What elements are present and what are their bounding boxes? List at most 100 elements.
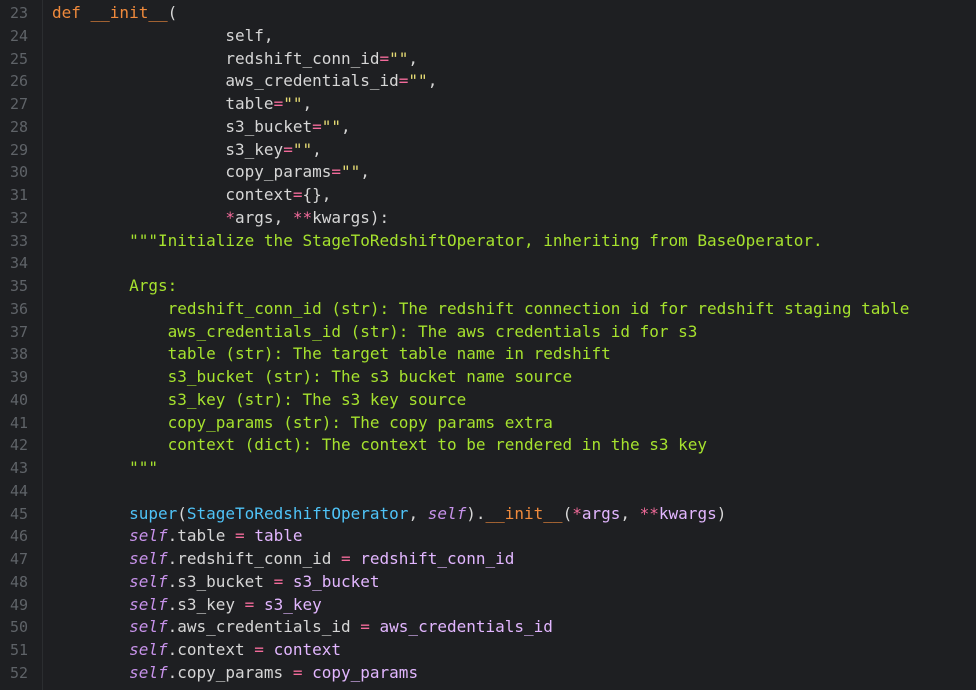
code-token: ( bbox=[177, 503, 187, 523]
code-text: aws_credentials_id="", bbox=[52, 70, 437, 93]
code-token: , bbox=[360, 162, 370, 182]
code-line[interactable]: 41 copy_params (str): The copy params ex… bbox=[0, 412, 976, 435]
code-line[interactable]: 45 super(StageToRedshiftOperator, self).… bbox=[0, 503, 976, 526]
line-number: 39 bbox=[10, 368, 29, 386]
code-token: self bbox=[129, 662, 168, 682]
code-line[interactable]: 28 s3_bucket="", bbox=[0, 116, 976, 139]
code-token: .table bbox=[167, 526, 236, 546]
code-token: self bbox=[129, 640, 168, 659]
line-number: 27 bbox=[10, 95, 29, 113]
code-token: self bbox=[129, 617, 168, 637]
code-token: context bbox=[52, 185, 293, 204]
code-token: = bbox=[244, 594, 255, 614]
code-line[interactable]: 24 self, bbox=[0, 25, 976, 48]
line-number: 50 bbox=[10, 618, 29, 637]
code-line[interactable]: 48 self.s3_bucket = s3_bucket bbox=[0, 571, 976, 594]
line-number: 45 bbox=[10, 504, 29, 523]
line-number: 51 bbox=[10, 641, 29, 659]
code-text: """ bbox=[52, 457, 158, 480]
code-line[interactable]: 25 redshift_conn_id="", bbox=[0, 48, 976, 71]
code-token: super bbox=[129, 503, 178, 523]
line-number: 33 bbox=[10, 231, 29, 250]
code-line[interactable]: 26 aws_credentials_id="", bbox=[0, 70, 976, 93]
code-token: args bbox=[581, 503, 621, 523]
code-line[interactable]: 39 s3_bucket (str): The s3 bucket name s… bbox=[0, 366, 976, 389]
code-line[interactable]: 46 self.table = table bbox=[0, 525, 976, 548]
code-line[interactable]: 32 *args, **kwargs): bbox=[0, 207, 976, 230]
code-line[interactable]: 51 self.context = context bbox=[0, 639, 976, 662]
code-token: , bbox=[408, 503, 428, 523]
code-token: "" bbox=[389, 48, 409, 68]
code-line[interactable]: 43 """ bbox=[0, 457, 976, 480]
code-token: , bbox=[341, 116, 351, 136]
code-line[interactable]: 52 self.copy_params = copy_params bbox=[0, 662, 976, 685]
code-text: s3_key="", bbox=[52, 139, 321, 162]
code-token: .s3_bucket bbox=[167, 571, 274, 591]
code-token: redshift_conn_id bbox=[52, 48, 380, 68]
code-line[interactable]: 23 def __init__( bbox=[0, 2, 976, 25]
code-token: = bbox=[312, 116, 322, 136]
code-line[interactable]: 37 aws_credentials_id (str): The aws cre… bbox=[0, 321, 976, 344]
code-token: context bbox=[273, 640, 342, 659]
code-text: s3_bucket="", bbox=[52, 116, 351, 139]
code-text: super(StageToRedshiftOperator, self).__i… bbox=[52, 503, 726, 526]
code-token: "" bbox=[292, 139, 313, 159]
code-line[interactable]: 47 self.redshift_conn_id = redshift_conn… bbox=[0, 548, 976, 571]
line-number: 24 bbox=[10, 26, 29, 45]
line-number: 52 bbox=[10, 663, 29, 682]
code-line[interactable]: 44 bbox=[0, 480, 976, 503]
code-line[interactable]: 30 copy_params="", bbox=[0, 161, 976, 184]
code-line[interactable]: 34 bbox=[0, 252, 976, 275]
code-text: s3_key (str): The s3 key source bbox=[52, 389, 467, 412]
code-token: Args: bbox=[52, 276, 178, 295]
code-token: aws_credentials_id bbox=[52, 71, 399, 91]
code-text: self.copy_params = copy_params bbox=[52, 662, 418, 685]
code-text: self.aws_credentials_id = aws_credential… bbox=[52, 616, 553, 639]
code-token: ) bbox=[716, 503, 727, 523]
code-token: redshift_conn_id bbox=[360, 549, 515, 568]
code-token: s3_key (str): The s3 key source bbox=[52, 389, 467, 409]
line-number: 40 bbox=[10, 390, 29, 409]
code-text: self.context = context bbox=[52, 639, 341, 662]
code-token: copy_params bbox=[52, 162, 332, 182]
line-number: 31 bbox=[10, 186, 29, 204]
code-token: s3_bucket bbox=[52, 116, 313, 136]
code-line[interactable]: 33 """Initialize the StageToRedshiftOper… bbox=[0, 230, 976, 253]
code-line[interactable]: 29 s3_key="", bbox=[0, 139, 976, 162]
code-token: {}, bbox=[302, 185, 332, 204]
code-line[interactable]: 27 table="", bbox=[0, 93, 976, 116]
code-line[interactable]: 40 s3_key (str): The s3 key source bbox=[0, 389, 976, 412]
code-token: = bbox=[254, 640, 264, 659]
line-number: 42 bbox=[10, 436, 29, 455]
code-editor[interactable]: 23 def __init__(24 self, 25 redshift_conn_… bbox=[0, 0, 976, 690]
code-token: = bbox=[379, 48, 390, 68]
code-line[interactable]: 50 self.aws_credentials_id = aws_credent… bbox=[0, 616, 976, 639]
code-token: self bbox=[129, 549, 168, 568]
line-number: 48 bbox=[10, 572, 29, 591]
code-line[interactable]: 38 table (str): The target table name in… bbox=[0, 343, 976, 366]
line-number: 49 bbox=[10, 595, 29, 614]
code-token: "" bbox=[341, 162, 361, 182]
code-line[interactable]: 31 context={}, bbox=[0, 184, 976, 207]
code-text: self.table = table bbox=[52, 525, 302, 548]
code-token: self bbox=[129, 571, 168, 591]
code-text: self.s3_bucket = s3_bucket bbox=[52, 571, 379, 594]
code-text: aws_credentials_id (str): The aws creden… bbox=[52, 321, 698, 344]
code-token: * bbox=[572, 503, 582, 523]
code-text: copy_params (str): The copy params extra bbox=[52, 412, 553, 435]
code-line[interactable]: 49 self.s3_key = s3_key bbox=[0, 594, 976, 617]
code-token: = bbox=[273, 94, 284, 113]
code-line[interactable]: 35 Args: bbox=[0, 275, 976, 298]
code-token: .redshift_conn_id bbox=[167, 549, 341, 568]
code-line[interactable]: 36 redshift_conn_id (str): The redshift … bbox=[0, 298, 976, 321]
code-token: .copy_params bbox=[167, 662, 293, 682]
line-number: 44 bbox=[10, 481, 29, 500]
code-token: self bbox=[129, 594, 168, 614]
code-line[interactable]: 42 context (dict): The context to be ren… bbox=[0, 434, 976, 457]
line-number: 34 bbox=[10, 254, 29, 273]
